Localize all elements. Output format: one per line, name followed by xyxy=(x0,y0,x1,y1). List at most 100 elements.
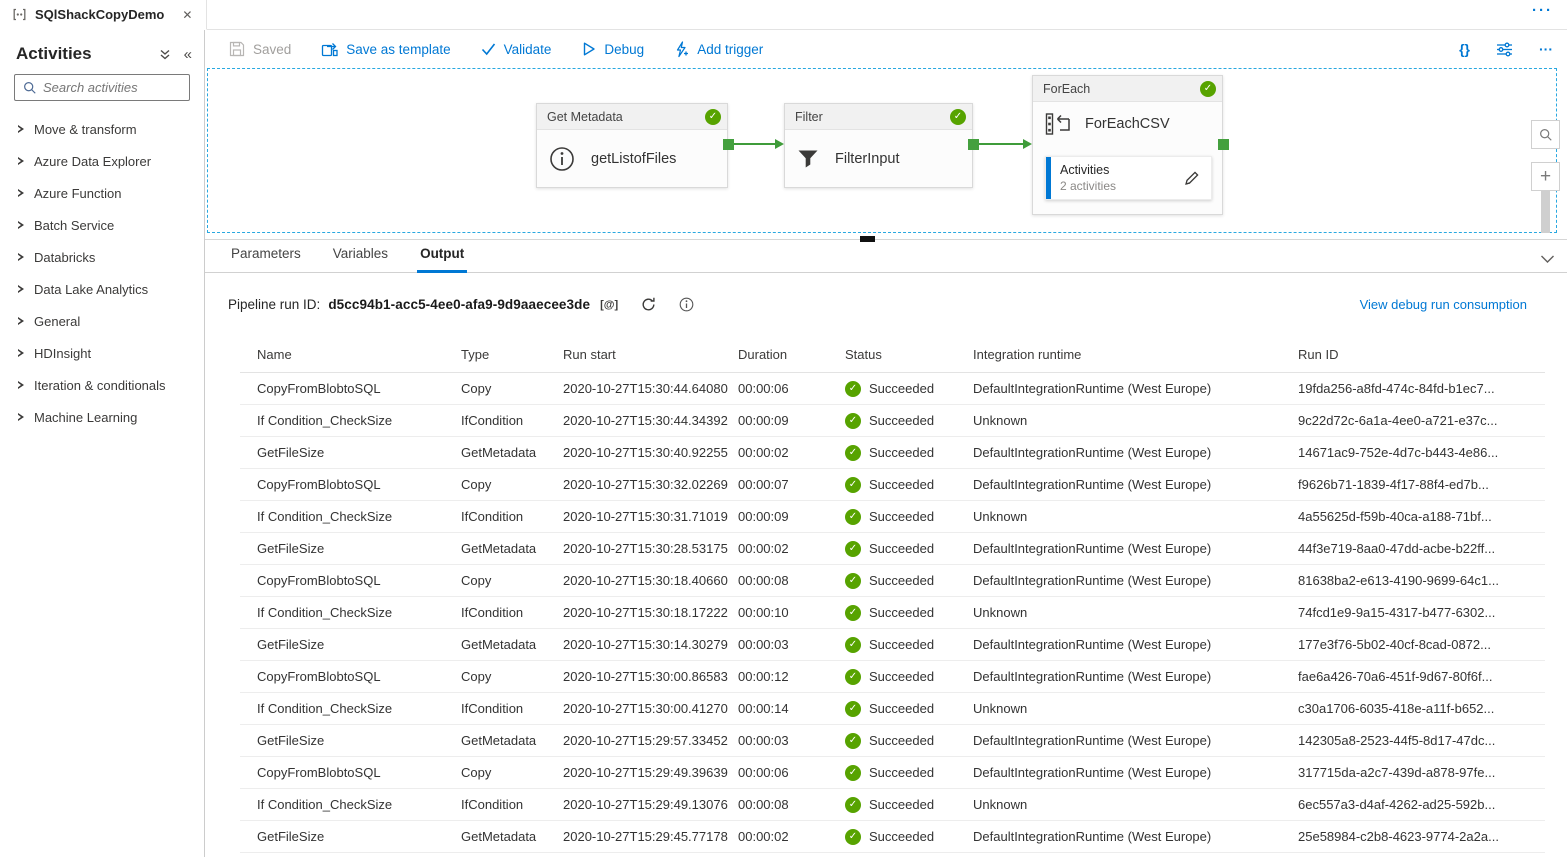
foreach-activities-count: 2 activities xyxy=(1060,179,1183,193)
refresh-button[interactable] xyxy=(640,296,657,313)
cell-run-start: 2020-10-27T15:30:14.30279 xyxy=(563,637,738,652)
pipeline-tab[interactable]: SQlShackCopyDemo ✕ xyxy=(0,0,207,30)
save-button[interactable]: Saved xyxy=(229,41,291,57)
node-get-metadata[interactable]: Get Metadata ✓ getListofFiles xyxy=(536,103,728,188)
sidebar-item-databricks[interactable]: Databricks xyxy=(0,241,204,273)
cell-status: ✓Succeeded xyxy=(845,573,973,589)
cell-type: IfCondition xyxy=(461,701,563,716)
sidebar-item-iteration-conditionals[interactable]: Iteration & conditionals xyxy=(0,369,204,401)
status-succeeded-icon: ✓ xyxy=(845,445,861,461)
cell-run-id: 142305a8-2523-44f5-8d17-47dc... xyxy=(1298,733,1545,748)
activities-search[interactable] xyxy=(14,74,190,101)
toolbar-more-icon[interactable]: ··· xyxy=(1539,41,1553,57)
table-row: GetFileSizeGetMetadata2020-10-27T15:30:2… xyxy=(240,533,1545,565)
sidebar-item-batch-service[interactable]: Batch Service xyxy=(0,209,204,241)
status-succeeded-icon: ✓ xyxy=(845,509,861,525)
connector-square-icon[interactable] xyxy=(968,139,979,150)
status-succeeded-icon: ✓ xyxy=(845,765,861,781)
status-succeeded-icon: ✓ xyxy=(845,381,861,397)
debug-play-icon xyxy=(581,41,596,57)
cell-status: ✓ Succeeded xyxy=(845,605,973,621)
status-succeeded-icon: ✓ xyxy=(845,605,861,621)
cell-status: ✓Succeeded xyxy=(845,637,973,653)
edit-pencil-icon[interactable] xyxy=(1183,169,1201,187)
sidebar-item-label: Machine Learning xyxy=(34,410,137,425)
cell-name: GetFileSize xyxy=(240,829,461,844)
collapse-panel-icon[interactable]: « xyxy=(184,47,192,62)
canvas-search-button[interactable] xyxy=(1531,120,1560,149)
close-tab-icon[interactable]: ✕ xyxy=(182,8,192,22)
node-foreach[interactable]: ForEach ✓ ForEachCSV xyxy=(1032,75,1223,215)
table-row: CopyFromBlobtoSQLCopy2020-10-27T15:30:44… xyxy=(240,373,1545,405)
info-button[interactable] xyxy=(679,297,694,312)
run-table-body: CopyFromBlobtoSQL Copy 2020-10-27T15:30:44… xyxy=(240,373,1545,853)
sidebar-item-hdinsight[interactable]: HDInsight xyxy=(0,337,204,369)
sidebar-item-label: Azure Function xyxy=(34,186,121,201)
add-trigger-button[interactable]: Add trigger xyxy=(674,41,763,58)
cell-integration-runtime: DefaultIntegrationRuntime (West Europe) xyxy=(973,733,1298,748)
tab-output[interactable]: Output xyxy=(417,246,467,273)
cell-run-start: 2020-10-27T15:30:28.53175 xyxy=(563,541,738,556)
dynamic-content-icon[interactable]: [@] xyxy=(600,299,618,311)
connector-square-icon[interactable] xyxy=(723,139,734,150)
status-text: Succeeded xyxy=(869,605,934,620)
connector-square-icon[interactable] xyxy=(1218,139,1229,150)
tab-parameters[interactable]: Parameters xyxy=(228,246,304,273)
cell-run-start: 2020-10-27T15:30:44.64080 xyxy=(563,381,738,396)
add-trigger-icon xyxy=(674,41,689,58)
pipeline-canvas[interactable]: Get Metadata ✓ getListofFiles xyxy=(205,68,1567,240)
status-text: Succeeded xyxy=(869,413,934,428)
table-row: If Condition_CheckSizeIfCondition2020-10… xyxy=(240,501,1545,533)
settings-sliders-icon[interactable] xyxy=(1496,42,1513,57)
save-as-template-icon xyxy=(321,41,338,57)
cell-name: If Condition_CheckSize xyxy=(240,605,461,620)
sidebar-item-data-lake-analytics[interactable]: Data Lake Analytics xyxy=(0,273,204,305)
cell-status: ✓Succeeded xyxy=(845,701,973,717)
cell-status: ✓Succeeded xyxy=(845,381,973,397)
code-view-icon[interactable]: {} xyxy=(1459,41,1470,57)
foreach-icon xyxy=(1045,112,1071,136)
sidebar-item-label: Move & transform xyxy=(34,122,137,137)
collapse-all-icon[interactable] xyxy=(158,48,172,61)
sidebar-item-general[interactable]: General xyxy=(0,305,204,337)
tab-variables[interactable]: Variables xyxy=(330,246,391,273)
collapse-output-chevron-icon[interactable] xyxy=(1540,255,1555,264)
cell-integration-runtime: DefaultIntegrationRuntime (West Europe) xyxy=(973,573,1298,588)
cell-type: GetMetadata xyxy=(461,829,563,844)
sidebar-item-move-transform[interactable]: Move & transform xyxy=(0,113,204,145)
cell-run-id: fae6a426-70a6-451f-9d67-80f6f... xyxy=(1298,669,1545,684)
cell-name: If Condition_CheckSize xyxy=(240,413,461,428)
cell-status: ✓Succeeded xyxy=(845,477,973,493)
chevron-right-icon xyxy=(18,381,24,389)
run-id-value: d5cc94b1-acc5-4ee0-afa9-9d9aaecee3de xyxy=(328,297,590,312)
validate-button[interactable]: Validate xyxy=(481,42,552,57)
debug-button[interactable]: Debug xyxy=(581,41,644,57)
cell-run-id: 9c22d72c-6a1a-4ee0-a721-e37c... xyxy=(1298,413,1545,428)
cell-run-start: 2020-10-27T15:29:49.39639 xyxy=(563,765,738,780)
cell-name: CopyFromBlobtoSQL xyxy=(240,669,461,684)
pipeline-toolbar: Saved Save as template Validate xyxy=(205,30,1567,68)
output-panel: ParametersVariablesOutput Pipeline run I… xyxy=(205,240,1567,857)
node-filter[interactable]: Filter ✓ FilterInput xyxy=(784,103,973,188)
column-header: Status xyxy=(845,347,973,362)
view-debug-run-consumption-link[interactable]: View debug run consumption xyxy=(1360,297,1527,312)
canvas-zoom-in-button[interactable]: + xyxy=(1531,162,1560,191)
search-input[interactable] xyxy=(43,80,173,95)
status-succeeded-icon: ✓ xyxy=(845,797,861,813)
cell-integration-runtime: Unknown xyxy=(973,701,1298,716)
sidebar-item-azure-function[interactable]: Azure Function xyxy=(0,177,204,209)
sidebar-item-machine-learning[interactable]: Machine Learning xyxy=(0,401,204,433)
cell-status: ✓Succeeded xyxy=(845,541,973,557)
cell-integration-runtime: DefaultIntegrationRuntime (West Europe) xyxy=(973,541,1298,556)
cell-type: IfCondition xyxy=(461,413,563,428)
cell-type: Copy xyxy=(461,765,563,780)
foreach-activities-box[interactable]: Activities 2 activities xyxy=(1045,156,1212,200)
canvas-zoom-slider[interactable] xyxy=(1541,191,1550,233)
connector-arrow-icon xyxy=(775,139,784,149)
save-as-template-button[interactable]: Save as template xyxy=(321,41,450,57)
cell-name: If Condition_CheckSize xyxy=(240,509,461,524)
cell-run-start: 2020-10-27T15:29:45.77178 xyxy=(563,829,738,844)
sidebar-item-azure-data-explorer[interactable]: Azure Data Explorer xyxy=(0,145,204,177)
window-more-button[interactable]: ··· xyxy=(1532,2,1553,19)
cell-name: GetFileSize xyxy=(240,733,461,748)
